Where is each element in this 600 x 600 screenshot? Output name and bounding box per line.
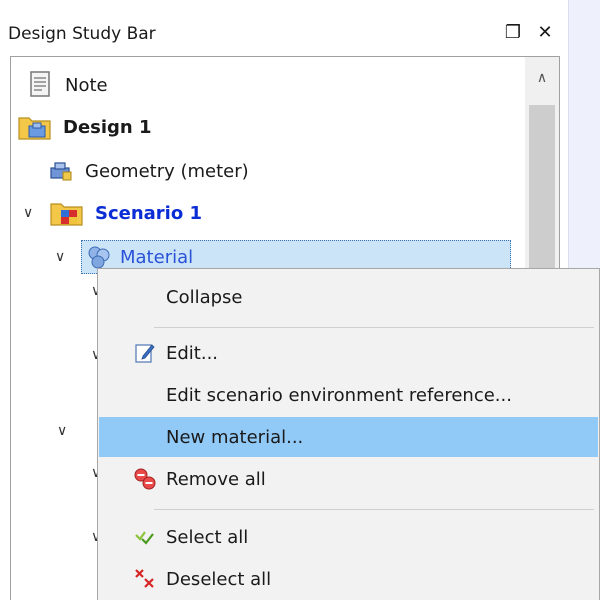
note-icon xyxy=(25,70,55,100)
tree-item-label: Note xyxy=(65,74,108,96)
chevron-down-icon[interactable]: ∨ xyxy=(57,423,67,439)
menu-item-label: Edit scenario environment reference... xyxy=(166,384,512,406)
tree-item-note[interactable]: Note xyxy=(25,67,108,103)
tree-item-scenario-1[interactable]: ∨ Scenario 1 xyxy=(23,195,202,231)
material-icon xyxy=(86,244,112,270)
menu-item-label: Edit... xyxy=(166,342,219,364)
tree-item-label: Material xyxy=(120,246,194,268)
tree-item-label: Scenario 1 xyxy=(95,202,203,224)
scroll-up-icon[interactable]: ∧ xyxy=(525,63,559,93)
menu-item-collapse[interactable]: Collapse xyxy=(99,277,598,317)
menu-item-edit-scenario-env[interactable]: Edit scenario environment reference... xyxy=(99,375,598,415)
panel-titlebar: Design Study Bar ❐ ✕ xyxy=(0,12,566,56)
menu-item-label: Select all xyxy=(166,526,249,548)
menu-item-edit[interactable]: Edit... xyxy=(99,333,598,373)
menu-item-label: Deselect all xyxy=(166,568,272,590)
remove-all-icon xyxy=(133,467,157,491)
design-study-bar-window: Design Study Bar ❐ ✕ Note Design 1 Geome… xyxy=(0,0,600,600)
menu-item-remove-all[interactable]: Remove all xyxy=(99,459,598,499)
menu-item-label: New material... xyxy=(166,426,304,448)
menu-item-new-material[interactable]: New material... xyxy=(99,417,598,457)
menu-separator xyxy=(154,509,594,510)
menu-item-deselect-all[interactable]: Deselect all xyxy=(99,559,598,599)
menu-item-label: Collapse xyxy=(166,286,243,308)
tree-item-design-1[interactable]: Design 1 xyxy=(17,109,152,145)
chevron-down-icon[interactable]: ∨ xyxy=(55,249,71,265)
panel-title: Design Study Bar xyxy=(8,24,156,44)
scenario-folder-icon xyxy=(49,198,85,228)
edit-icon xyxy=(133,341,157,365)
tree-item-geometry[interactable]: Geometry (meter) xyxy=(45,153,249,189)
tree-item-label: Geometry (meter) xyxy=(85,160,249,182)
context-menu: Collapse Edit... Edit scenario environme… xyxy=(97,268,600,600)
select-all-icon xyxy=(133,525,157,549)
close-icon[interactable]: ✕ xyxy=(534,22,556,44)
pin-icon[interactable]: ❐ xyxy=(502,22,524,44)
geometry-icon xyxy=(45,156,75,186)
design-folder-icon xyxy=(17,112,53,142)
deselect-all-icon xyxy=(133,567,157,591)
menu-item-label: Remove all xyxy=(166,468,266,490)
tree-item-label: Design 1 xyxy=(63,116,152,138)
chevron-down-icon[interactable]: ∨ xyxy=(23,205,39,221)
menu-item-select-all[interactable]: Select all xyxy=(99,517,598,557)
menu-separator xyxy=(154,327,594,328)
